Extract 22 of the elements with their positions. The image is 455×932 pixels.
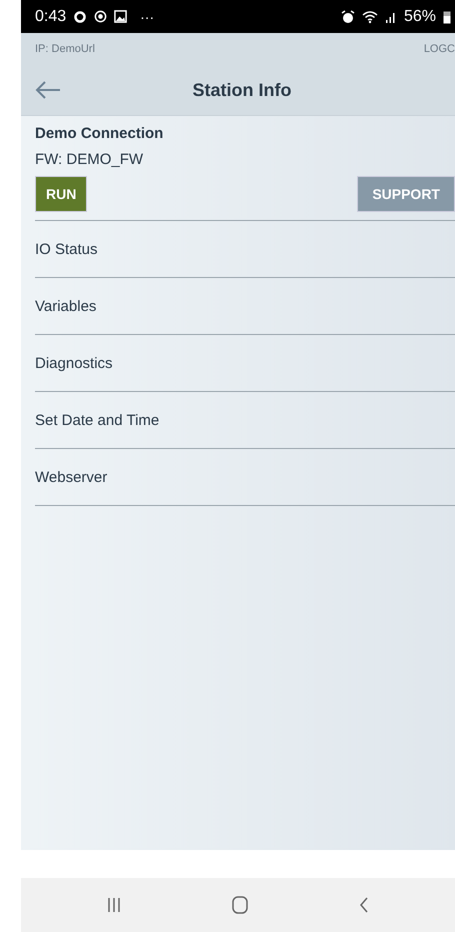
battery-icon xyxy=(443,10,451,24)
back-arrow-icon[interactable] xyxy=(35,81,61,99)
ip-address: IP: DemoUrl xyxy=(35,43,95,55)
menu-item[interactable]: Diagnostics xyxy=(35,335,455,392)
recent-apps-icon[interactable] xyxy=(106,897,121,913)
back-icon[interactable] xyxy=(359,897,370,913)
image-icon xyxy=(114,10,128,23)
page-title: Station Info xyxy=(192,80,292,100)
battery-percent: 56% xyxy=(404,8,436,26)
target-icon xyxy=(94,10,108,23)
status-time: 0:43 xyxy=(35,8,66,26)
menu-item[interactable]: Set Date and Time xyxy=(35,392,455,449)
menu-item[interactable]: IO Status xyxy=(35,221,455,278)
wifi-icon xyxy=(362,10,378,24)
menu-item[interactable]: Webserver xyxy=(35,449,455,506)
more-notifications: ··· xyxy=(140,8,154,24)
menu-item[interactable]: Variables xyxy=(35,278,455,335)
alarm-icon xyxy=(340,10,355,24)
run-button[interactable]: RUN xyxy=(35,176,88,212)
home-icon[interactable] xyxy=(232,896,248,914)
station-name: Demo Connection xyxy=(35,125,164,142)
firmware-version: FW: DEMO_FW xyxy=(35,151,144,168)
